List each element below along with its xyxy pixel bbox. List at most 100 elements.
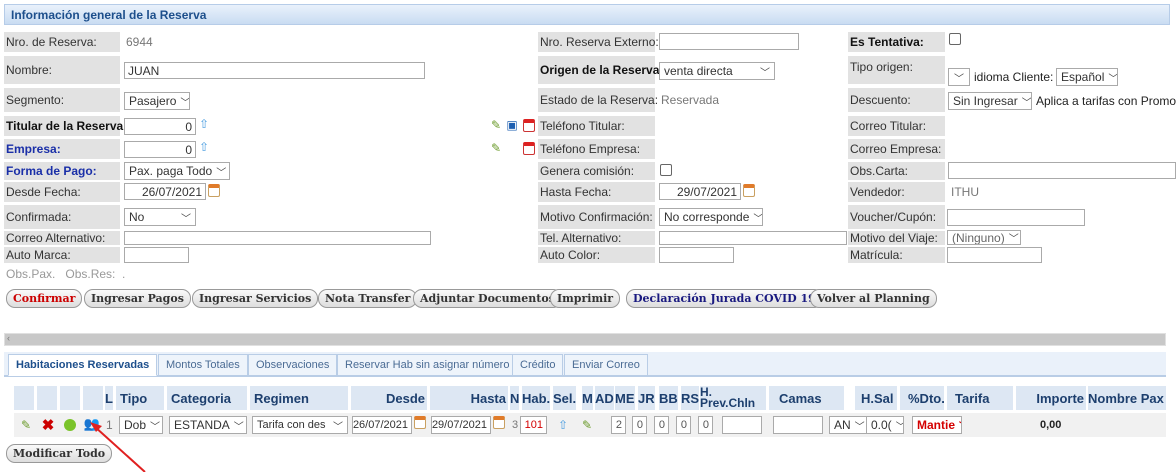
row-prev-input[interactable]: [722, 416, 762, 434]
chevron-down-icon: ﹀: [1008, 234, 1019, 245]
nro-externo-input[interactable]: [659, 33, 799, 50]
tab-observaciones[interactable]: Observaciones: [248, 354, 338, 376]
edit-icon[interactable]: ✎: [580, 418, 594, 432]
empresa-input[interactable]: 0: [124, 141, 196, 158]
tipo-origen-select[interactable]: ﹀: [948, 68, 970, 86]
auto-color-input[interactable]: [659, 247, 734, 263]
tab-credito[interactable]: Crédito: [512, 354, 564, 376]
motivo-conf-select[interactable]: No corresponde ﹀: [659, 208, 763, 226]
users-icon[interactable]: 👥: [84, 416, 100, 431]
hasta-input[interactable]: 29/07/2021: [659, 183, 741, 200]
horizontal-scrollbar[interactable]: ‹: [4, 333, 1166, 346]
col-dto: %Dto.: [900, 386, 945, 410]
forma-pago-select[interactable]: Pax. paga Todo ﹀: [124, 162, 230, 180]
col-hprev: H. Prev.Chln: [700, 386, 766, 410]
col-hab: Hab.: [522, 386, 551, 410]
edit-icon[interactable]: ✎: [489, 141, 503, 155]
label-hasta: Hasta Fecha:: [538, 182, 655, 202]
calendar-icon[interactable]: [492, 415, 506, 429]
calendar-icon[interactable]: [413, 415, 427, 429]
col-hprev-line2: Prev.Chln: [700, 396, 756, 410]
idioma-value: Español: [1061, 70, 1105, 84]
label-forma-pago: Forma de Pago:: [4, 162, 120, 180]
col-sel: Sel.: [553, 386, 577, 410]
desde-input[interactable]: 26/07/2021: [124, 183, 206, 200]
edit-icon[interactable]: ✎: [19, 418, 33, 432]
tarifa-select[interactable]: Mantie﹀: [912, 416, 962, 434]
hsal-select[interactable]: AN ﹀: [829, 416, 867, 434]
chevron-down-icon: ﹀: [181, 213, 191, 225]
motivo-viaje-select[interactable]: (Ninguno) ﹀: [947, 230, 1021, 245]
ingresar-pagos-button[interactable]: Ingresar Pagos: [84, 289, 191, 308]
row-jr-input[interactable]: 0: [654, 416, 669, 434]
row-desde-input[interactable]: 26/07/2021: [352, 416, 412, 434]
label-correo-empresa: Correo Empresa:: [848, 139, 945, 159]
tipo-select[interactable]: Dob ﹀: [119, 416, 163, 434]
tel-alt-input[interactable]: [659, 231, 847, 245]
tab-habitaciones[interactable]: Habitaciones Reservadas: [8, 354, 158, 376]
calendar-icon[interactable]: [522, 141, 536, 155]
regimen-select[interactable]: Tarifa con des ﹀: [252, 416, 348, 434]
tab-enviar-correo[interactable]: Enviar Correo: [564, 354, 648, 376]
imprimir-button[interactable]: Imprimir: [550, 289, 621, 308]
motivo-viaje-value: (Ninguno): [952, 230, 1005, 245]
segmento-select[interactable]: Pasajero ﹀: [124, 92, 190, 110]
power-icon[interactable]: [63, 418, 77, 432]
matricula-input[interactable]: [947, 247, 1042, 263]
confirmar-button[interactable]: Confirmar: [6, 289, 83, 308]
scroll-left-icon[interactable]: ‹: [7, 333, 10, 343]
section-header: Información general de la Reserva: [4, 4, 1170, 25]
correo-alt-input[interactable]: [124, 231, 431, 245]
tentativa-checkbox[interactable]: [949, 33, 961, 45]
tab-montos[interactable]: Montos Totales: [158, 354, 248, 376]
col-m: M: [582, 386, 593, 410]
dto-select[interactable]: 0.0(﹀: [866, 416, 904, 434]
nota-transfer-button[interactable]: Nota Transfer: [318, 289, 418, 308]
categoria-select[interactable]: ESTANDA ﹀: [169, 416, 247, 434]
edit-icon[interactable]: ✎: [489, 118, 503, 132]
declaracion-covid-button[interactable]: Declaración Jurada COVID 19: [626, 289, 823, 308]
calendar-icon[interactable]: [742, 183, 756, 197]
genera-comision-checkbox[interactable]: [660, 164, 672, 176]
label-empresa: Empresa:: [4, 139, 120, 159]
chevron-down-icon: ﹀: [854, 421, 865, 433]
col-ad: AD: [595, 386, 614, 410]
origen-select[interactable]: venta directa ﹀: [659, 62, 775, 80]
row-ad-input[interactable]: 2: [611, 416, 626, 434]
col-nombre-pax: Nombre Pax: [1088, 386, 1166, 410]
label-tel-empresa: Teléfono Empresa:: [538, 139, 655, 159]
tarifa-value: Mantie: [917, 418, 956, 432]
modificar-todo-button[interactable]: Modificar Todo: [6, 444, 113, 463]
row-camas-input[interactable]: [773, 416, 823, 434]
arrow-up-icon[interactable]: ⇧: [556, 418, 570, 432]
row-hab-input[interactable]: 101: [520, 416, 547, 434]
row-l: 1: [106, 418, 113, 432]
row-bb-input[interactable]: 0: [676, 416, 691, 434]
row-rs-input[interactable]: 0: [698, 416, 713, 434]
idioma-select[interactable]: Español ﹀: [1056, 68, 1118, 86]
calendar-icon[interactable]: [522, 118, 536, 132]
titular-input[interactable]: 0: [124, 118, 196, 135]
nombre-input[interactable]: JUAN: [124, 62, 425, 79]
col-blank: [83, 386, 103, 410]
label-desde: Desde Fecha:: [4, 182, 120, 202]
row-me-input[interactable]: 0: [632, 416, 647, 434]
adjuntar-documentos-button[interactable]: Adjuntar Documentos: [413, 289, 562, 308]
auto-marca-input[interactable]: [124, 247, 189, 263]
label-tipo-origen: Tipo origen:: [848, 56, 945, 84]
volver-planning-button[interactable]: Volver al Planning: [810, 289, 937, 308]
obs-carta-input[interactable]: [948, 162, 1176, 179]
calendar-icon[interactable]: [207, 183, 221, 197]
delete-icon[interactable]: ✖: [41, 417, 55, 434]
arrow-up-icon[interactable]: ⇧: [197, 117, 211, 131]
row-hasta-input[interactable]: 29/07/2021: [431, 416, 491, 434]
arrow-up-icon[interactable]: ⇧: [197, 140, 211, 154]
voucher-input[interactable]: [947, 209, 1085, 226]
save-icon[interactable]: ▣: [505, 118, 519, 132]
chevron-down-icon: ﹀: [753, 213, 763, 225]
confirmada-select[interactable]: No ﹀: [124, 208, 196, 226]
descuento-select[interactable]: Sin Ingresar ﹀: [948, 92, 1032, 110]
categoria-value: ESTANDA: [174, 418, 230, 432]
ingresar-servicios-button[interactable]: Ingresar Servicios: [192, 289, 319, 308]
tab-reservar-sin-numero[interactable]: Reservar Hab sin asignar número: [337, 354, 518, 376]
